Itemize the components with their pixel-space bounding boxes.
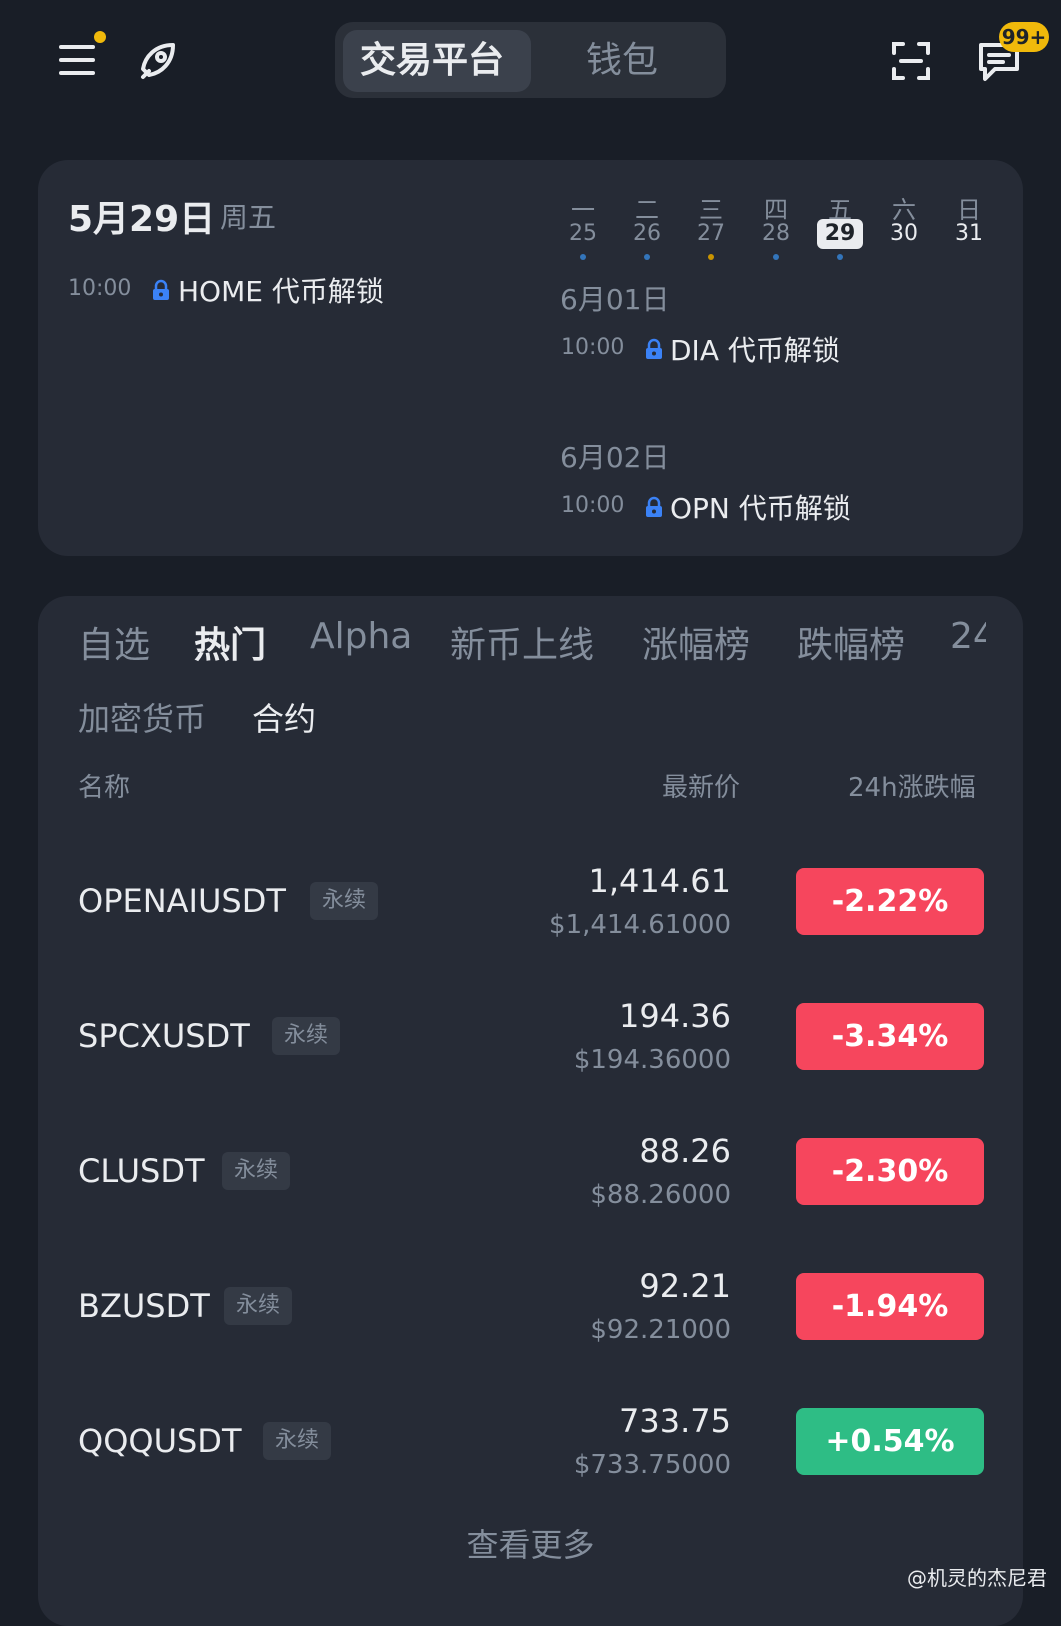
subtab-crypto[interactable]: 加密货币 xyxy=(78,694,206,740)
view-more-link[interactable]: 查看更多 xyxy=(0,1520,1061,1566)
day-31[interactable]: 31 xyxy=(946,219,992,249)
change-badge[interactable]: +0.54% xyxy=(796,1408,984,1475)
perpetual-tag: 永续 xyxy=(272,1017,341,1055)
last-price: 194.36 xyxy=(619,997,731,1035)
rocket-icon xyxy=(141,43,175,79)
day-25[interactable]: 25 xyxy=(560,219,606,249)
symbol: QQQUSDT xyxy=(78,1422,242,1460)
symbol: SPCXUSDT xyxy=(78,1017,250,1055)
menu-icon xyxy=(59,45,95,75)
event-label[interactable]: HOME 代币解锁 xyxy=(178,270,384,310)
message-badge: 99+ xyxy=(999,22,1049,52)
perpetual-tag: 永续 xyxy=(310,882,379,920)
day-27[interactable]: 27 xyxy=(688,219,734,249)
tab-new-listings[interactable]: 新币上线 xyxy=(450,616,594,668)
tab-exchange[interactable]: 交易平台 xyxy=(360,34,504,88)
event-label[interactable]: OPN 代币解锁 xyxy=(670,487,851,527)
tab-alpha[interactable]: Alpha xyxy=(310,616,412,657)
event-time: 10:00 xyxy=(561,335,625,360)
menu-button[interactable] xyxy=(56,40,98,80)
usd-price: $1,414.61000 xyxy=(549,910,731,940)
day-29-selected[interactable]: 29 xyxy=(817,219,863,249)
rocket-button[interactable] xyxy=(134,38,182,86)
change-badge[interactable]: -3.34% xyxy=(796,1003,984,1070)
event-time: 10:00 xyxy=(68,276,132,301)
upcoming-date: 6月02日 xyxy=(560,441,670,474)
scan-icon xyxy=(892,42,930,80)
usd-price: $194.36000 xyxy=(573,1045,731,1075)
symbol: CLUSDT xyxy=(78,1152,205,1190)
event-dot xyxy=(644,254,650,260)
event-dot xyxy=(773,254,779,260)
event-dot xyxy=(580,254,586,260)
tab-24h[interactable]: 24 xyxy=(950,616,986,657)
tab-gainers[interactable]: 涨幅榜 xyxy=(642,616,750,668)
event-dot xyxy=(708,254,714,260)
last-price: 733.75 xyxy=(619,1402,731,1440)
perpetual-tag: 永续 xyxy=(224,1287,293,1325)
perpetual-tag: 永续 xyxy=(222,1152,291,1190)
day-28[interactable]: 28 xyxy=(753,219,799,249)
upcoming-date: 6月01日 xyxy=(560,283,670,316)
scan-button[interactable] xyxy=(890,40,932,82)
column-price[interactable]: 最新价 xyxy=(662,767,740,804)
calendar-date: 5月29日 xyxy=(68,199,216,240)
lock-icon xyxy=(646,338,662,359)
subtab-futures[interactable]: 合约 xyxy=(252,694,316,740)
change-badge[interactable]: -2.22% xyxy=(796,868,984,935)
column-change[interactable]: 24h涨跌幅 xyxy=(848,767,976,804)
lock-icon xyxy=(153,279,169,300)
perpetual-tag: 永续 xyxy=(263,1422,332,1460)
change-badge[interactable]: -2.30% xyxy=(796,1138,984,1205)
change-badge[interactable]: -1.94% xyxy=(796,1273,984,1340)
last-price: 88.26 xyxy=(639,1132,731,1170)
day-30[interactable]: 30 xyxy=(881,219,927,249)
tab-overflow-clip: 24 xyxy=(950,616,986,672)
last-price: 92.21 xyxy=(639,1267,731,1305)
usd-price: $733.75000 xyxy=(573,1450,731,1480)
calendar-weekday: 周五 xyxy=(220,201,277,234)
event-time: 10:00 xyxy=(561,493,625,518)
symbol: BZUSDT xyxy=(78,1287,210,1325)
lock-icon xyxy=(646,496,662,517)
usd-price: $92.21000 xyxy=(590,1315,731,1345)
event-label[interactable]: DIA 代币解锁 xyxy=(670,329,840,369)
usd-price: $88.26000 xyxy=(590,1180,731,1210)
tab-favorites[interactable]: 自选 xyxy=(78,616,150,668)
symbol: OPENAIUSDT xyxy=(78,882,286,920)
tab-wallet[interactable]: 钱包 xyxy=(586,34,658,88)
column-name[interactable]: 名称 xyxy=(78,767,130,804)
watermark: @机灵的杰尼君 xyxy=(907,1566,1047,1590)
tab-hot[interactable]: 热门 xyxy=(194,616,266,668)
day-26[interactable]: 26 xyxy=(624,219,670,249)
event-dot xyxy=(837,254,843,260)
tab-losers[interactable]: 跌幅榜 xyxy=(797,616,905,668)
notification-dot xyxy=(94,31,106,43)
last-price: 1,414.61 xyxy=(588,862,732,900)
